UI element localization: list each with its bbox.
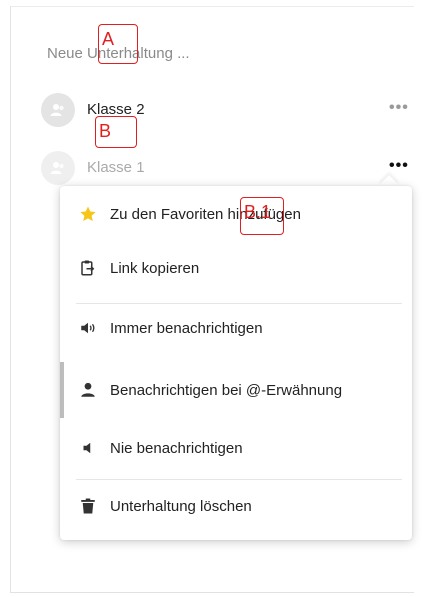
group-avatar-icon (41, 93, 75, 127)
trash-icon (78, 496, 98, 516)
person-icon (78, 380, 98, 400)
conversation-options-menu: Zu den Favoriten hinzufügen Link kopiere… (60, 186, 412, 540)
menu-item-notify-always[interactable]: Immer benachrichtigen (60, 308, 412, 348)
menu-item-label: Benachrichtigen bei @-Erwähnung (110, 382, 343, 399)
menu-item-label: Nie benachrichtigen (110, 440, 243, 457)
menu-divider (76, 303, 402, 304)
annotation-a: A (98, 24, 138, 64)
menu-item-notify-mention[interactable]: Benachrichtigen bei @-Erwähnung (60, 370, 412, 410)
menu-item-label: Link kopieren (110, 260, 200, 277)
conversation-item-klasse-2[interactable]: Klasse 2 ••• (33, 91, 413, 131)
speaker-loud-icon (78, 318, 98, 338)
more-options-button[interactable]: ••• (389, 157, 409, 175)
clipboard-link-icon (78, 258, 98, 278)
speaker-off-icon (78, 438, 98, 458)
menu-item-notify-never[interactable]: Nie benachrichtigen (60, 428, 412, 468)
conversation-name: Klasse 1 (87, 159, 145, 176)
star-icon (78, 204, 98, 224)
menu-item-label: Immer benachrichtigen (110, 320, 263, 337)
group-avatar-icon (41, 151, 75, 185)
menu-item-label: Unterhaltung löschen (110, 498, 252, 515)
conversation-item-klasse-1[interactable]: Klasse 1 ••• (33, 149, 413, 189)
menu-divider (76, 479, 402, 480)
annotation-b: B (95, 116, 137, 148)
more-options-button[interactable]: ••• (389, 99, 409, 117)
menu-item-copy-link[interactable]: Link kopieren (60, 248, 412, 288)
annotation-b1: B.1 (240, 197, 284, 235)
menu-item-add-favorite[interactable]: Zu den Favoriten hinzufügen (60, 194, 412, 234)
menu-item-delete-conversation[interactable]: Unterhaltung löschen (60, 486, 412, 526)
